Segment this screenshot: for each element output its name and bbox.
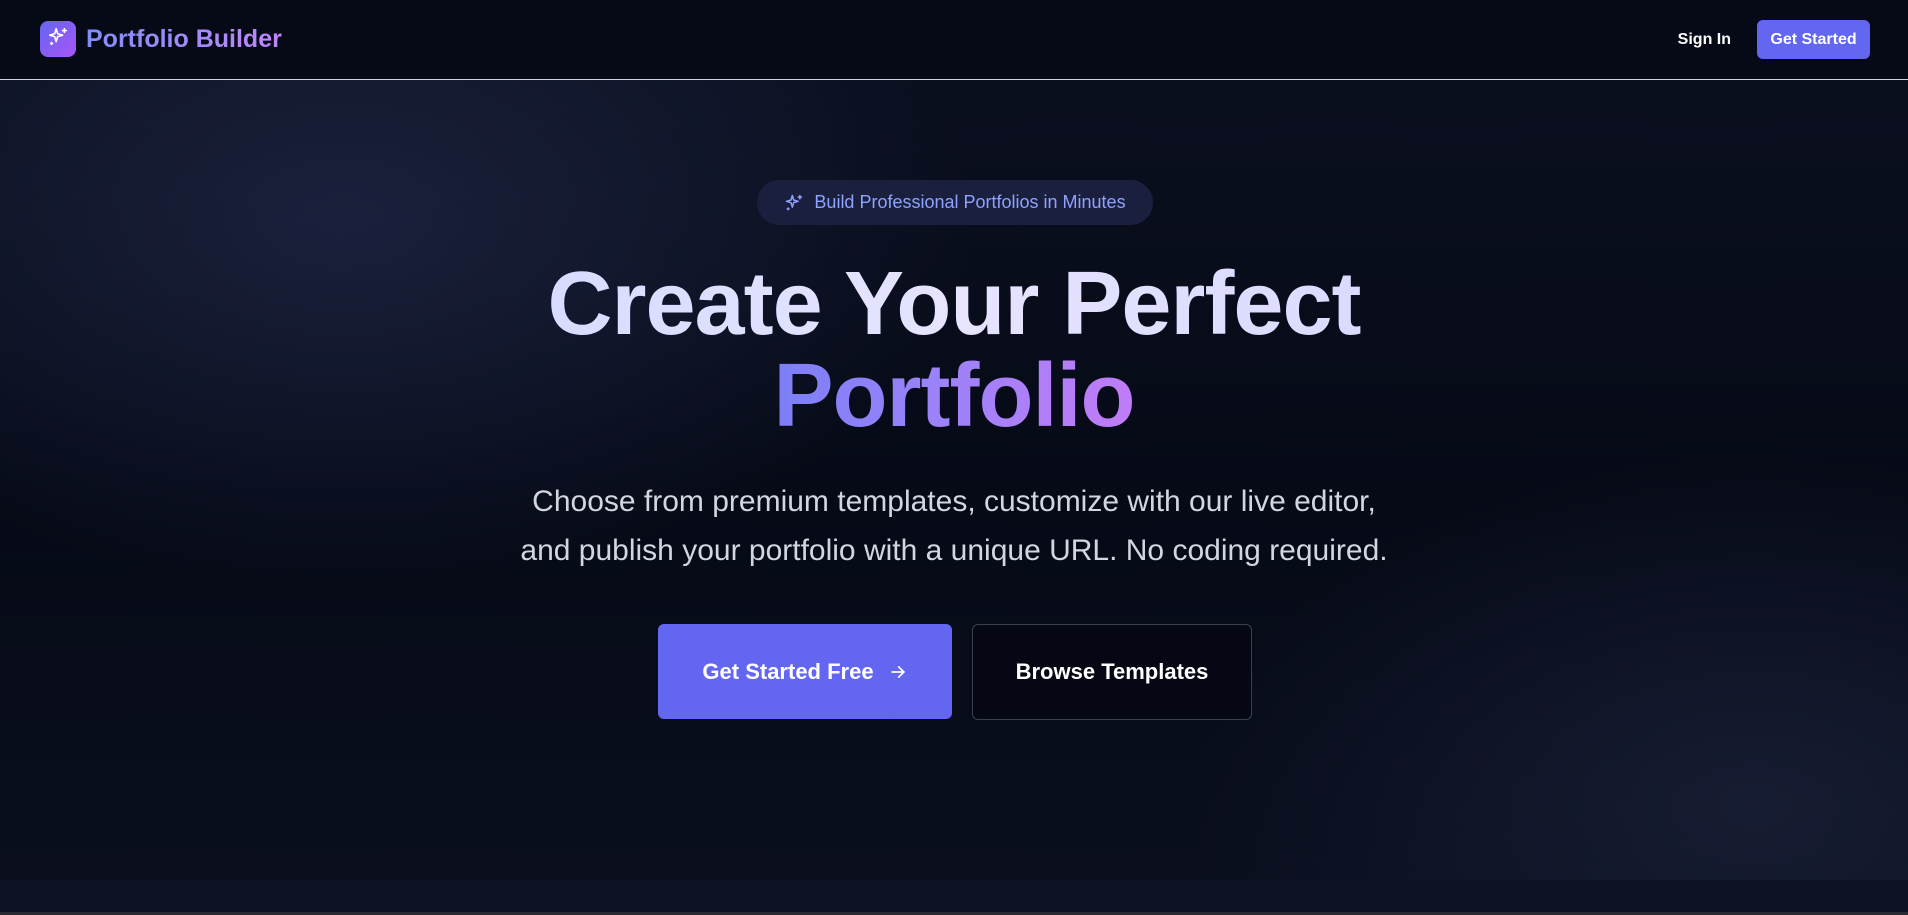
brand[interactable]: Portfolio Builder [40,21,282,57]
hero-title: Create Your Perfect Portfolio [0,258,1908,442]
arrow-right-icon [888,662,908,682]
top-navbar: Portfolio Builder Sign In Get Started [0,0,1908,80]
get-started-button[interactable]: Get Started [1757,20,1870,59]
get-started-free-label: Get Started Free [702,658,874,684]
next-section-edge [0,880,1908,915]
hero-badge-text: Build Professional Portfolios in Minutes [814,192,1126,212]
hero-title-line1: Create Your Perfect [547,254,1361,354]
nav-actions: Sign In Get Started [1678,20,1870,59]
browse-templates-button[interactable]: Browse Templates [972,624,1252,720]
sparkles-icon [47,26,69,53]
hero-badge: Build Professional Portfolios in Minutes [757,180,1153,225]
get-started-free-button[interactable]: Get Started Free [658,624,952,719]
landing-page: Portfolio Builder Sign In Get Started Bu… [0,0,1908,915]
hero-subtitle-line1: Choose from premium templates, customize… [532,485,1376,518]
brand-name: Portfolio Builder [86,24,282,53]
hero-title-highlight: Portfolio [773,346,1136,446]
hero-subtitle: Choose from premium templates, customize… [0,477,1908,575]
hero-section: Build Professional Portfolios in Minutes… [0,81,1908,881]
hero-subtitle-line2: and publish your portfolio with a unique… [520,534,1388,567]
sign-in-link[interactable]: Sign In [1678,31,1731,49]
brand-logo [40,21,76,57]
sparkles-icon [784,193,804,213]
